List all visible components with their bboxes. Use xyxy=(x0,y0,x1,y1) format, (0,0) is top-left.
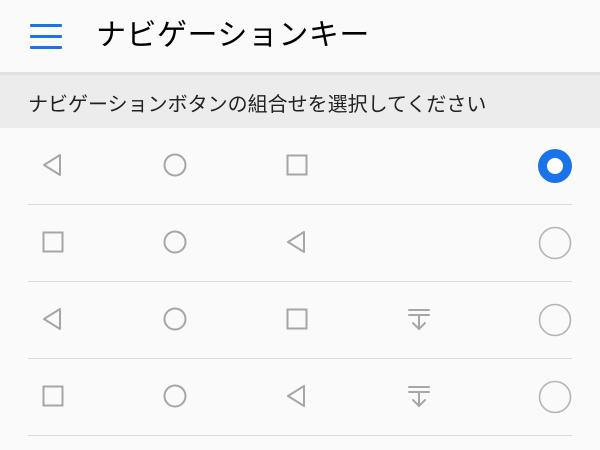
section-header-label: ナビゲーションボタンの組合せを選択してください xyxy=(28,92,487,116)
navigation-key-option-1[interactable] xyxy=(0,128,600,205)
app-bar: ナビゲーションキー xyxy=(0,0,600,72)
back-icon xyxy=(284,383,310,409)
radio-button-selected[interactable] xyxy=(538,149,572,183)
home-icon xyxy=(162,383,188,409)
notification-pulldown-icon xyxy=(406,383,432,409)
row-divider xyxy=(28,435,572,436)
back-icon xyxy=(40,306,66,332)
radio-button[interactable] xyxy=(538,303,572,337)
menu-icon[interactable] xyxy=(30,24,64,50)
page-title: ナビゲーションキー xyxy=(96,18,370,53)
navigation-key-options-list xyxy=(0,128,600,436)
home-icon xyxy=(162,152,188,178)
recents-icon xyxy=(40,229,66,255)
navigation-key-option-2[interactable] xyxy=(0,205,600,282)
navigation-key-option-3[interactable] xyxy=(0,282,600,359)
recents-icon xyxy=(40,383,66,409)
recents-icon xyxy=(284,152,310,178)
navigation-key-option-4[interactable] xyxy=(0,359,600,436)
section-header: ナビゲーションボタンの組合せを選択してください xyxy=(0,75,600,128)
home-icon xyxy=(162,229,188,255)
radio-button[interactable] xyxy=(538,226,572,260)
recents-icon xyxy=(284,306,310,332)
home-icon xyxy=(162,306,188,332)
back-icon xyxy=(284,229,310,255)
back-icon xyxy=(40,152,66,178)
radio-button[interactable] xyxy=(538,380,572,414)
notification-pulldown-icon xyxy=(406,306,432,332)
